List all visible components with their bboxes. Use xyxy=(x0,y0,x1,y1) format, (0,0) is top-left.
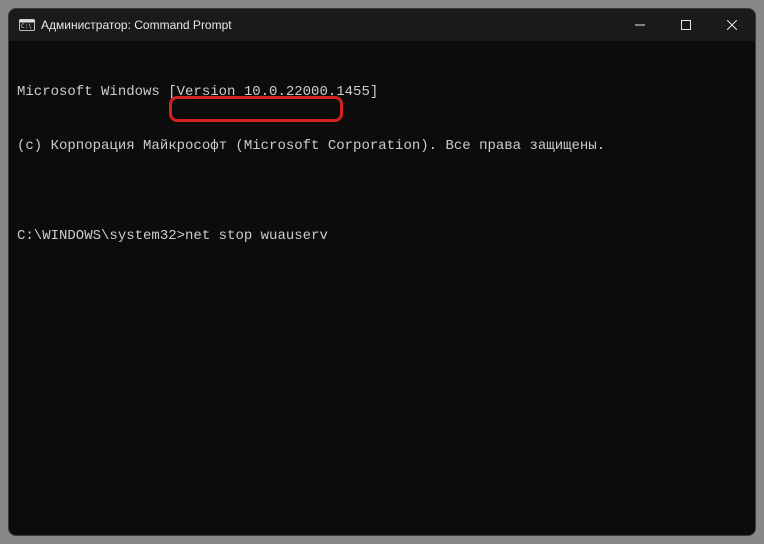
prompt-path: C:\WINDOWS\system32> xyxy=(17,228,185,244)
command-prompt-window: C:\ Администратор: Command Prompt Micros… xyxy=(8,8,756,536)
svg-text:C:\: C:\ xyxy=(21,23,32,30)
minimize-button[interactable] xyxy=(617,9,663,41)
terminal-prompt-line: C:\WINDOWS\system32>net stop wuauserv xyxy=(17,227,747,245)
titlebar[interactable]: C:\ Администратор: Command Prompt xyxy=(9,9,755,41)
cmd-icon: C:\ xyxy=(19,17,35,33)
terminal-output-line: (c) Корпорация Майкрософт (Microsoft Cor… xyxy=(17,137,747,155)
window-controls xyxy=(617,9,755,41)
window-title: Администратор: Command Prompt xyxy=(41,18,232,32)
typed-command: net stop wuauserv xyxy=(185,227,328,245)
maximize-button[interactable] xyxy=(663,9,709,41)
terminal-output-line: Microsoft Windows [Version 10.0.22000.14… xyxy=(17,83,747,101)
terminal-area[interactable]: Microsoft Windows [Version 10.0.22000.14… xyxy=(9,41,755,535)
close-button[interactable] xyxy=(709,9,755,41)
